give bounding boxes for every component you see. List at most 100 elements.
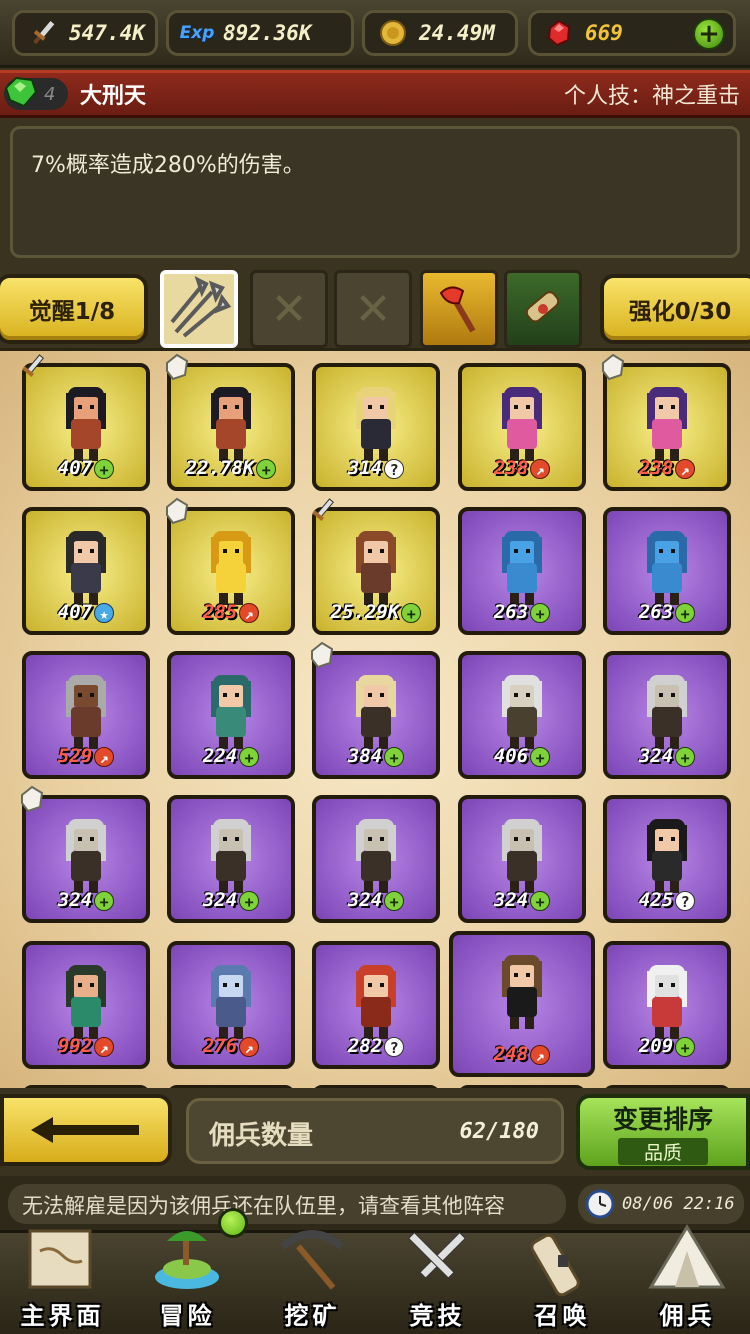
hero-level: 324 + [316, 889, 436, 911]
enhance-button[interactable]: 强化0/30 [600, 274, 750, 344]
hero-card[interactable]: 324 + [167, 795, 295, 923]
hero-card[interactable]: 25.29K + [312, 498, 440, 635]
scroll-equip-slot[interactable] [504, 270, 582, 348]
boost-arrow-icon: ↗ [530, 458, 551, 479]
hero-portrait [211, 819, 251, 893]
nav-item-crossed-swords[interactable]: 竞技 [375, 1232, 500, 1334]
hero-level: 276 ↗ [171, 1035, 291, 1057]
hero-card[interactable]: 324 + [603, 651, 731, 779]
mercenary-count-value: 62/180 [459, 1119, 539, 1144]
hero-level: 324 + [607, 745, 727, 767]
hero-level: 314? [316, 457, 436, 479]
mercenary-count-label: 佣兵数量 [209, 1121, 314, 1151]
awaken-row: 觉醒1/8 ✕ ✕ 强化0/30 [0, 262, 750, 354]
upgrade-plus-icon: + [384, 890, 405, 911]
hero-card[interactable]: 224 + [167, 651, 295, 779]
upgrade-plus-icon: + [384, 746, 405, 767]
hero-level-value: 22.78K [185, 457, 255, 479]
hero-level: 992 ↗ [26, 1035, 146, 1057]
upgrade-plus-icon: + [675, 1036, 696, 1057]
hero-level-value: 224 [202, 745, 238, 767]
hero-card[interactable]: 285 ↗ [166, 497, 295, 635]
hero-level-value: 25.29K [330, 601, 400, 623]
hero-portrait [647, 531, 687, 605]
hero-card[interactable]: 22.78K + [166, 353, 295, 491]
hero-card[interactable]: 324 + [458, 795, 586, 923]
clock-icon [585, 1189, 615, 1219]
sword-icon [25, 15, 61, 51]
hero-level: 25.29K + [316, 601, 436, 623]
hero-card[interactable]: 529 ↗ [22, 651, 150, 779]
hero-level: 209 + [607, 1035, 727, 1057]
upgrade-plus-icon: + [530, 890, 551, 911]
nav-label: 竞技 [409, 1302, 466, 1330]
exp-icon: Exp [179, 15, 215, 51]
upgrade-plus-icon: + [530, 746, 551, 767]
crystal-icon [166, 353, 189, 381]
hero-card[interactable]: 238 ↗ [458, 363, 586, 491]
gold-resource: 24.49M [362, 10, 518, 56]
hero-card[interactable]: 407 + [22, 354, 150, 491]
hero-card[interactable]: 263 + [458, 507, 586, 635]
hero-portrait [356, 965, 396, 1039]
hero-card[interactable]: 992 ↗ [22, 941, 150, 1069]
hero-card[interactable]: 248 ↗ [449, 931, 595, 1077]
boost-arrow-icon: ↗ [675, 458, 696, 479]
upgrade-plus-icon: + [675, 602, 696, 623]
enhance-label: 强化0/30 [628, 299, 732, 325]
hero-level: 324 + [171, 889, 291, 911]
hero-level-value: 238 [638, 457, 674, 479]
hero-level-value: 324 [347, 889, 383, 911]
awaken-slot-2-locked[interactable]: ✕ [250, 270, 328, 348]
awaken-slot-1[interactable] [160, 270, 238, 348]
hero-portrait [356, 675, 396, 749]
hero-portrait [647, 675, 687, 749]
hero-portrait [356, 387, 396, 461]
gold-value: 24.49M [419, 21, 495, 45]
hero-card[interactable]: 425? [603, 795, 731, 923]
hero-grid: 407 +22.78K +314? 238 ↗ 238 ↗ 407 ★ 285 ↗ 25.29K +26… [0, 348, 750, 1088]
hero-level-value: 425 [638, 889, 674, 911]
axe-equip-slot[interactable] [420, 270, 498, 348]
hero-card[interactable]: 263 + [603, 507, 731, 635]
hero-level-value: 209 [638, 1035, 674, 1057]
locked-x-icon: ✕ [270, 283, 308, 335]
hero-portrait [66, 819, 106, 893]
hero-level-value: 992 [57, 1035, 93, 1057]
hero-portrait [502, 819, 542, 893]
hero-card[interactable]: 314? [312, 363, 440, 491]
nav-item-tent[interactable]: 佣兵 [625, 1224, 750, 1334]
hero-level-value: 406 [493, 745, 529, 767]
upgrade-plus-icon: + [239, 890, 260, 911]
awaken-slot-3-locked[interactable]: ✕ [334, 270, 412, 348]
hero-card[interactable]: 406 + [458, 651, 586, 779]
hero-level: 22.78K + [171, 457, 291, 479]
back-button[interactable] [0, 1094, 172, 1166]
hero-level: 324 + [26, 889, 146, 911]
hero-card[interactable]: 407 ★ [22, 507, 150, 635]
hero-card[interactable]: 324 + [21, 785, 150, 923]
upgrade-plus-icon: + [239, 746, 260, 767]
nav-item-summon-scroll[interactable]: 召唤 [500, 1233, 625, 1334]
hero-card[interactable]: 209 + [603, 941, 731, 1069]
nav-item-island[interactable]: 冒险 [125, 1231, 250, 1334]
hero-card[interactable]: 384 + [311, 641, 440, 779]
hero-card[interactable]: 276 ↗ [167, 941, 295, 1069]
add-gems-button[interactable]: + [693, 18, 725, 50]
hero-portrait [211, 965, 251, 1039]
message-bar: 无法解雇是因为该佣兵还在队伍里，请查看其他阵容 08/06 22:16 [0, 1176, 750, 1230]
nav-item-map-scroll[interactable]: 主界面 [0, 1229, 125, 1334]
hero-card[interactable]: 324 + [312, 795, 440, 923]
hero-level: 224 + [171, 745, 291, 767]
awaken-button[interactable]: 觉醒1/8 [0, 274, 148, 344]
hero-level: 384 + [316, 745, 436, 767]
hero-card[interactable]: 238 ↗ [602, 353, 731, 491]
hero-level-value: 384 [347, 745, 383, 767]
hero-portrait [647, 965, 687, 1039]
hero-rank: 4 [44, 83, 56, 105]
hero-level: 407 ★ [26, 601, 146, 623]
hero-card[interactable]: 282? [312, 941, 440, 1069]
hero-level-value: 324 [638, 745, 674, 767]
nav-item-pickaxe[interactable]: 挖矿 [250, 1230, 375, 1334]
change-sort-button[interactable]: 变更排序 品质 [576, 1094, 750, 1170]
